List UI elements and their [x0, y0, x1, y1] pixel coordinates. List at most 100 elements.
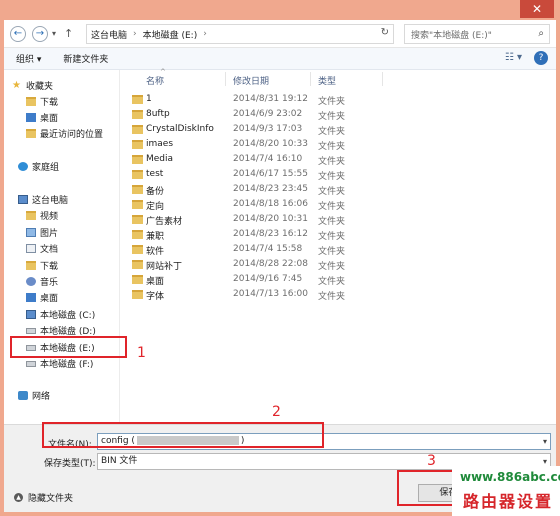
file-date: 2014/6/17 15:55 — [233, 169, 308, 179]
sidebar-item-downloads[interactable]: 下载 — [26, 94, 58, 109]
up-button[interactable]: ↑ — [64, 27, 73, 40]
recent-locations-dropdown[interactable]: ▾ — [52, 29, 56, 38]
file-date: 2014/7/4 15:58 — [233, 244, 303, 254]
videos-folder-icon — [26, 211, 36, 220]
file-type: 文件夹 — [318, 217, 346, 227]
file-row[interactable]: 桌面 2014/9/16 7:45 文件夹 — [120, 272, 556, 287]
sidebar-item-drive-f[interactable]: 本地磁盘 (F:) — [26, 356, 93, 371]
folder-icon — [132, 290, 143, 299]
search-input[interactable]: 搜索"本地磁盘 (E:)" ⌕ — [404, 24, 550, 44]
folder-icon — [132, 140, 143, 149]
column-header-type[interactable]: 类型 — [318, 74, 336, 87]
file-row[interactable]: 兼职 2014/8/23 16:12 文件夹 — [120, 227, 556, 242]
sidebar-item-recent[interactable]: 最近访问的位置 — [26, 126, 103, 141]
file-name: 兼职 — [146, 232, 165, 242]
file-row[interactable]: 广告素材 2014/8/20 10:31 文件夹 — [120, 212, 556, 227]
file-row[interactable]: Media 2014/7/4 16:10 文件夹 — [120, 152, 556, 167]
sidebar-item-label: 图片 — [40, 229, 59, 239]
file-row[interactable]: 字体 2014/7/13 16:00 文件夹 — [120, 287, 556, 302]
computer-icon — [18, 195, 28, 204]
folder-icon — [132, 170, 143, 179]
chevron-up-icon: ▲ — [14, 493, 23, 502]
network-icon — [18, 391, 28, 400]
breadcrumb-thispc[interactable]: 这台电脑 — [91, 28, 127, 41]
change-view-button[interactable]: ☷ ▾ — [505, 52, 522, 63]
file-name: Media — [146, 154, 174, 164]
sidebar-item-label: 桌面 — [40, 114, 59, 124]
file-type: 文件夹 — [318, 292, 346, 302]
file-name: imaes — [146, 139, 174, 149]
file-type: 文件夹 — [318, 232, 346, 242]
system-drive-icon — [26, 310, 36, 319]
back-button[interactable]: ← — [10, 25, 26, 42]
file-row[interactable]: CrystalDiskInfo 2014/9/3 17:03 文件夹 — [120, 122, 556, 137]
sidebar-item-label: 家庭组 — [32, 163, 60, 173]
folder-icon — [132, 125, 143, 134]
file-row[interactable]: 1 2014/8/31 19:12 文件夹 — [120, 92, 556, 107]
sidebar-item-videos[interactable]: 视频 — [26, 208, 58, 223]
new-folder-button[interactable]: 新建文件夹 — [63, 52, 108, 65]
file-date: 2014/7/13 16:00 — [233, 289, 308, 299]
column-header-date[interactable]: 修改日期 — [233, 74, 269, 87]
breadcrumb-drive-e[interactable]: 本地磁盘 (E:) — [143, 28, 198, 41]
sidebar-item-thispc[interactable]: 这台电脑 — [18, 192, 68, 207]
file-date: 2014/6/9 23:02 — [233, 109, 303, 119]
file-type: 文件夹 — [318, 97, 346, 107]
file-date: 2014/8/31 19:12 — [233, 94, 308, 104]
column-headers: 名称 ^ 修改日期 类型 — [120, 68, 556, 88]
sidebar-item-pictures[interactable]: 图片 — [26, 225, 58, 240]
sidebar-item-label: 文档 — [40, 245, 59, 255]
forward-button[interactable]: → — [32, 25, 48, 42]
file-row[interactable]: 定向 2014/8/18 16:06 文件夹 — [120, 197, 556, 212]
file-row[interactable]: 软件 2014/7/4 15:58 文件夹 — [120, 242, 556, 257]
sort-arrow-icon: ^ — [160, 68, 166, 76]
address-bar[interactable]: 这台电脑 › 本地磁盘 (E:) › ↻ — [86, 24, 394, 44]
sidebar-item-downloads-pc[interactable]: 下载 — [26, 258, 58, 273]
column-divider[interactable] — [225, 72, 226, 86]
sidebar-item-music[interactable]: 音乐 — [26, 274, 58, 289]
hide-folders-toggle[interactable]: ▲ 隐藏文件夹 — [14, 491, 73, 504]
folder-icon — [132, 245, 143, 254]
sidebar-item-network[interactable]: 网络 — [18, 388, 50, 403]
file-name: CrystalDiskInfo — [146, 124, 214, 134]
folder-icon — [132, 95, 143, 104]
file-row[interactable]: 8uftp 2014/6/9 23:02 文件夹 — [120, 107, 556, 122]
column-divider[interactable] — [310, 72, 311, 86]
sidebar-item-desktop-pc[interactable]: 桌面 — [26, 290, 58, 305]
sidebar-item-drive-c[interactable]: 本地磁盘 (C:) — [26, 307, 95, 322]
file-type: 文件夹 — [318, 277, 346, 287]
search-placeholder: 搜索"本地磁盘 (E:)" — [411, 30, 492, 41]
refresh-icon[interactable]: ↻ — [381, 27, 389, 38]
folder-icon — [132, 215, 143, 224]
file-type: 文件夹 — [318, 247, 346, 257]
file-type: 文件夹 — [318, 157, 346, 167]
file-row[interactable]: test 2014/6/17 15:55 文件夹 — [120, 167, 556, 182]
sidebar-item-documents[interactable]: 文档 — [26, 241, 58, 256]
recent-places-icon — [26, 129, 36, 138]
file-row[interactable]: 备份 2014/8/23 23:45 文件夹 — [120, 182, 556, 197]
file-date: 2014/8/23 16:12 — [233, 229, 308, 239]
file-name: 定向 — [146, 202, 165, 212]
file-name: 备份 — [146, 187, 165, 197]
music-folder-icon — [26, 277, 36, 286]
close-button[interactable]: ✕ — [520, 0, 554, 18]
sidebar-item-favorites[interactable]: ★ 收藏夹 — [12, 78, 53, 93]
watermark-title: 路由器设置 — [462, 492, 553, 511]
sidebar-item-homegroup[interactable]: 家庭组 — [18, 159, 59, 174]
file-row[interactable]: imaes 2014/8/20 10:33 文件夹 — [120, 137, 556, 152]
drive-icon — [26, 360, 36, 367]
file-date: 2014/8/23 23:45 — [233, 184, 308, 194]
sidebar-item-label: 下载 — [40, 262, 59, 272]
column-divider[interactable] — [382, 72, 383, 86]
drive-icon — [26, 327, 36, 334]
file-name: 字体 — [146, 292, 165, 302]
navigation-pane: ★ 收藏夹 下载 桌面 最近访问的位置 家庭组 这台电脑 视频 图片 文档 下载… — [4, 70, 120, 424]
folder-icon — [132, 275, 143, 284]
help-icon[interactable]: ? — [534, 51, 548, 65]
sidebar-item-desktop[interactable]: 桌面 — [26, 110, 58, 125]
chevron-down-icon[interactable]: ▾ — [543, 434, 547, 449]
file-row[interactable]: 网站补丁 2014/8/28 22:08 文件夹 — [120, 257, 556, 272]
file-type: 文件夹 — [318, 187, 346, 197]
desktop-icon — [26, 293, 36, 302]
organize-button[interactable]: 组织 ▾ — [16, 52, 41, 65]
